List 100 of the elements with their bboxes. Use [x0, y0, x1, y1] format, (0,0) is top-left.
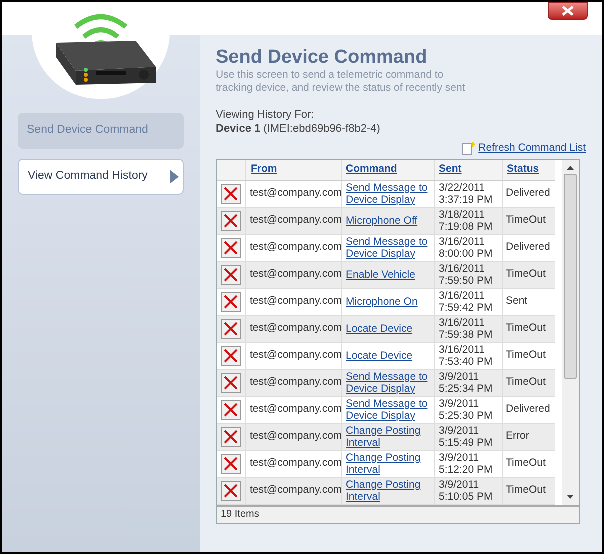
delete-button[interactable] — [221, 426, 241, 447]
close-icon — [224, 430, 238, 444]
page-title: Send Device Command — [216, 47, 428, 69]
table-cell-text: 3:37:19 PM — [439, 194, 494, 206]
table-cell-text: test@company.com — [250, 482, 342, 498]
close-icon — [224, 186, 238, 201]
table-cell-text: test@company.com — [250, 348, 342, 363]
table-cell-text: Sent — [506, 294, 528, 309]
table-cell-text: test@company.com — [250, 266, 342, 282]
table-cell-text: test@company.com — [250, 320, 342, 336]
table-cell-text: test@company.com — [250, 428, 342, 444]
table-cell-text: 3/16/2011 — [439, 316, 486, 329]
delete-button[interactable] — [221, 400, 241, 420]
command-link[interactable]: Microphone On — [346, 296, 418, 308]
device-imei: (IMEI:ebd69b96-f8b2-4) — [264, 122, 380, 136]
table-cell-text: test@company.com — [250, 374, 342, 390]
table-cell-text: TimeOut — [506, 456, 546, 471]
close-icon — [562, 6, 574, 16]
table-cell-text: TimeOut — [506, 482, 546, 498]
page-subtitle: Use this screen to send a telemetric command to tracking device, and review the status of recently sent — [216, 69, 466, 95]
delete-button[interactable] — [221, 210, 241, 231]
close-icon — [224, 322, 238, 336]
table-cell-text: 7:59:42 PM — [439, 302, 494, 314]
close-icon — [224, 376, 238, 390]
close-button[interactable] — [548, 2, 588, 20]
close-icon — [224, 214, 238, 228]
close-icon — [224, 240, 238, 255]
command-link[interactable]: Send Message to Device Display — [346, 370, 430, 395]
caret-icon — [170, 170, 179, 184]
table-cell-text: test@company.com — [250, 402, 342, 417]
table-cell-text: TimeOut — [506, 374, 546, 390]
table-cell-text: 5:25:34 PM — [439, 382, 494, 395]
command-link[interactable]: Send Message to Device Display — [346, 398, 430, 422]
table-cell-text: test@company.com — [250, 240, 342, 255]
device-name: Device 1 — [216, 122, 261, 136]
delete-button[interactable] — [221, 292, 241, 312]
table-cell-text: 3/9/2011 — [439, 452, 480, 464]
table-cell-text: 8:00:00 PM — [439, 248, 494, 260]
table-cell-text: 3/9/2011 — [439, 424, 480, 437]
command-link[interactable]: Send Message to Device Display — [346, 182, 430, 206]
delete-button[interactable] — [221, 454, 241, 474]
close-icon — [224, 484, 238, 498]
command-link[interactable]: Enable Vehicle — [346, 268, 416, 281]
close-icon — [224, 268, 238, 282]
command-link[interactable]: Change Posting Interval — [346, 424, 430, 449]
table-cell-text: 3/9/2011 — [439, 370, 480, 383]
table-cell-text: 3/16/2011 — [439, 262, 486, 275]
command-link[interactable]: Change Posting Interval — [346, 452, 430, 476]
table-cell-text: 5:25:30 PM — [439, 410, 494, 422]
table-cell-text: 3/22/2011 — [439, 182, 486, 194]
column-header[interactable]: Sent — [439, 162, 462, 178]
delete-button[interactable] — [221, 372, 241, 393]
command-link[interactable]: Microphone Off — [346, 214, 418, 227]
close-icon — [224, 294, 238, 309]
command-link[interactable]: Locate Device — [346, 350, 413, 362]
arrow-down-icon — [567, 494, 574, 499]
table-cell-text: Delivered — [506, 402, 550, 417]
command-link[interactable]: Send Message to Device Display — [346, 236, 430, 260]
delete-button[interactable] — [221, 264, 241, 285]
column-header[interactable]: From — [251, 162, 278, 178]
table-cell-text: test@company.com — [250, 294, 342, 309]
item-count: 19 Items — [221, 508, 260, 522]
table-cell-text: Error — [506, 428, 530, 444]
table-cell-text: 3/18/2011 — [439, 208, 486, 221]
table-cell-text: 3/16/2011 — [439, 290, 486, 302]
close-icon — [224, 402, 238, 417]
delete-button[interactable] — [221, 238, 241, 258]
nav-item[interactable]: View Command History — [18, 159, 184, 195]
table-cell-text: 3/9/2011 — [439, 478, 480, 491]
new-document-icon — [462, 142, 476, 156]
delete-button[interactable] — [221, 346, 241, 366]
delete-button[interactable] — [221, 318, 241, 339]
scrollbar[interactable] — [562, 160, 579, 505]
table-cell-text: 7:19:08 PM — [439, 220, 494, 233]
table-cell-text: TimeOut — [506, 348, 546, 363]
table-cell-text: 5:12:20 PM — [439, 464, 494, 476]
table-cell-text: 7:59:38 PM — [439, 328, 494, 341]
arrow-up-icon — [567, 166, 574, 170]
table-cell-text: 3/16/2011 — [439, 344, 486, 356]
table-cell-text: TimeOut — [506, 212, 546, 228]
table-cell-text: TimeOut — [506, 320, 546, 336]
command-link[interactable]: Change Posting Interval — [346, 478, 430, 503]
table-cell-text: 5:15:49 PM — [439, 436, 494, 449]
column-header[interactable]: Status — [507, 162, 540, 178]
table-cell-text: Delivered — [506, 240, 550, 255]
table-cell-text: Delivered — [506, 186, 550, 201]
table-cell-text: test@company.com — [250, 212, 342, 228]
table-cell-text: 5:10:05 PM — [439, 490, 494, 503]
column-header[interactable]: Command — [346, 162, 398, 178]
close-icon — [224, 456, 238, 471]
table-cell-text: 3/16/2011 — [439, 236, 486, 248]
delete-button[interactable] — [221, 480, 241, 501]
history-label: Viewing History For: — [216, 109, 316, 122]
delete-button[interactable] — [221, 184, 241, 204]
command-link[interactable]: Locate Device — [346, 322, 413, 335]
refresh-link[interactable]: Refresh Command List — [478, 141, 586, 157]
table-cell-text: 7:59:50 PM — [439, 274, 494, 287]
close-icon — [224, 348, 238, 363]
table-cell-text: test@company.com — [250, 456, 342, 471]
table-cell-text: test@company.com — [250, 186, 342, 201]
